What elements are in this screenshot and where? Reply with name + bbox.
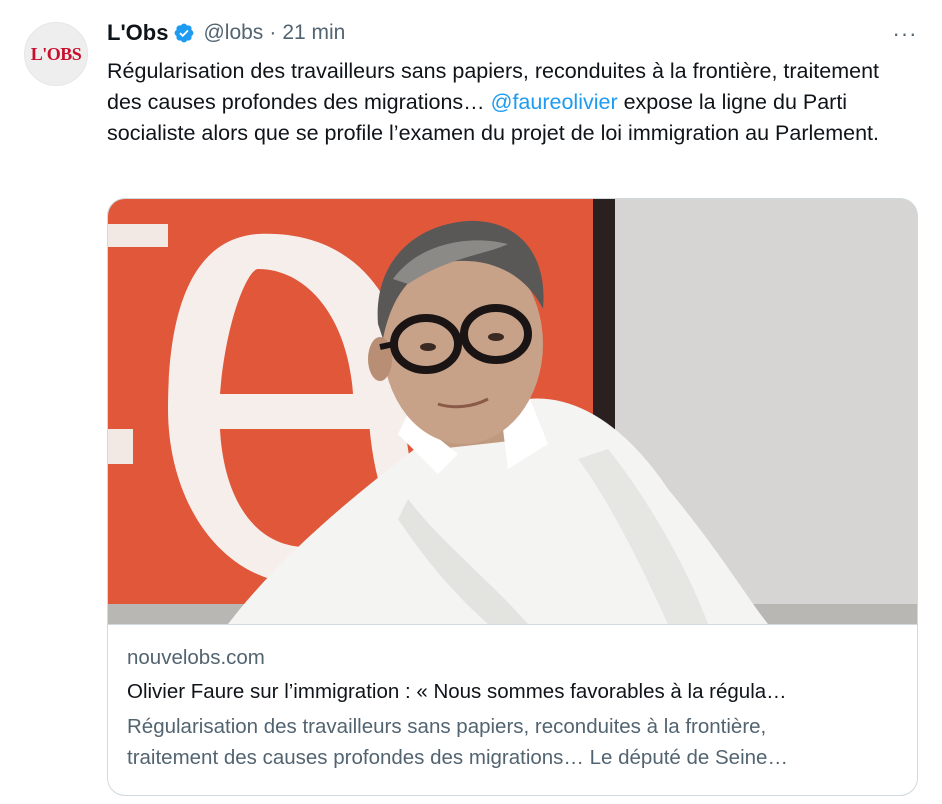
card-description-line-1: Régularisation des travailleurs sans pap… [127,715,767,738]
card-description-line-2: traitement des causes profondes des migr… [127,746,788,769]
link-card[interactable]: nouvelobs.com Olivier Faure sur l’immigr… [107,198,918,796]
card-description: Régularisation des travailleurs sans pap… [127,711,897,773]
timestamp[interactable]: 21 min [282,21,345,45]
tweet-text: Régularisation des travailleurs sans pap… [107,56,917,149]
handle[interactable]: @lobs [203,21,263,45]
verified-badge-icon [173,22,195,44]
mention-link[interactable]: @faureolivier [491,90,618,114]
avatar[interactable]: L'OBS [24,22,88,86]
avatar-logo: L'OBS [30,43,82,64]
tweet[interactable]: L'OBS L'Obs @lobs · 21 min ··· Régularis… [0,0,942,804]
card-photo [108,199,917,624]
tweet-header: L'Obs @lobs · 21 min [107,18,345,48]
card-image[interactable] [108,199,917,624]
card-divider [108,624,917,625]
card-domain: nouvelobs.com [127,646,265,669]
separator-dot: · [269,21,277,44]
card-title: Olivier Faure sur l’immigration : « Nous… [127,680,787,703]
display-name[interactable]: L'Obs [107,20,168,46]
more-options-icon[interactable]: ··· [888,20,922,48]
